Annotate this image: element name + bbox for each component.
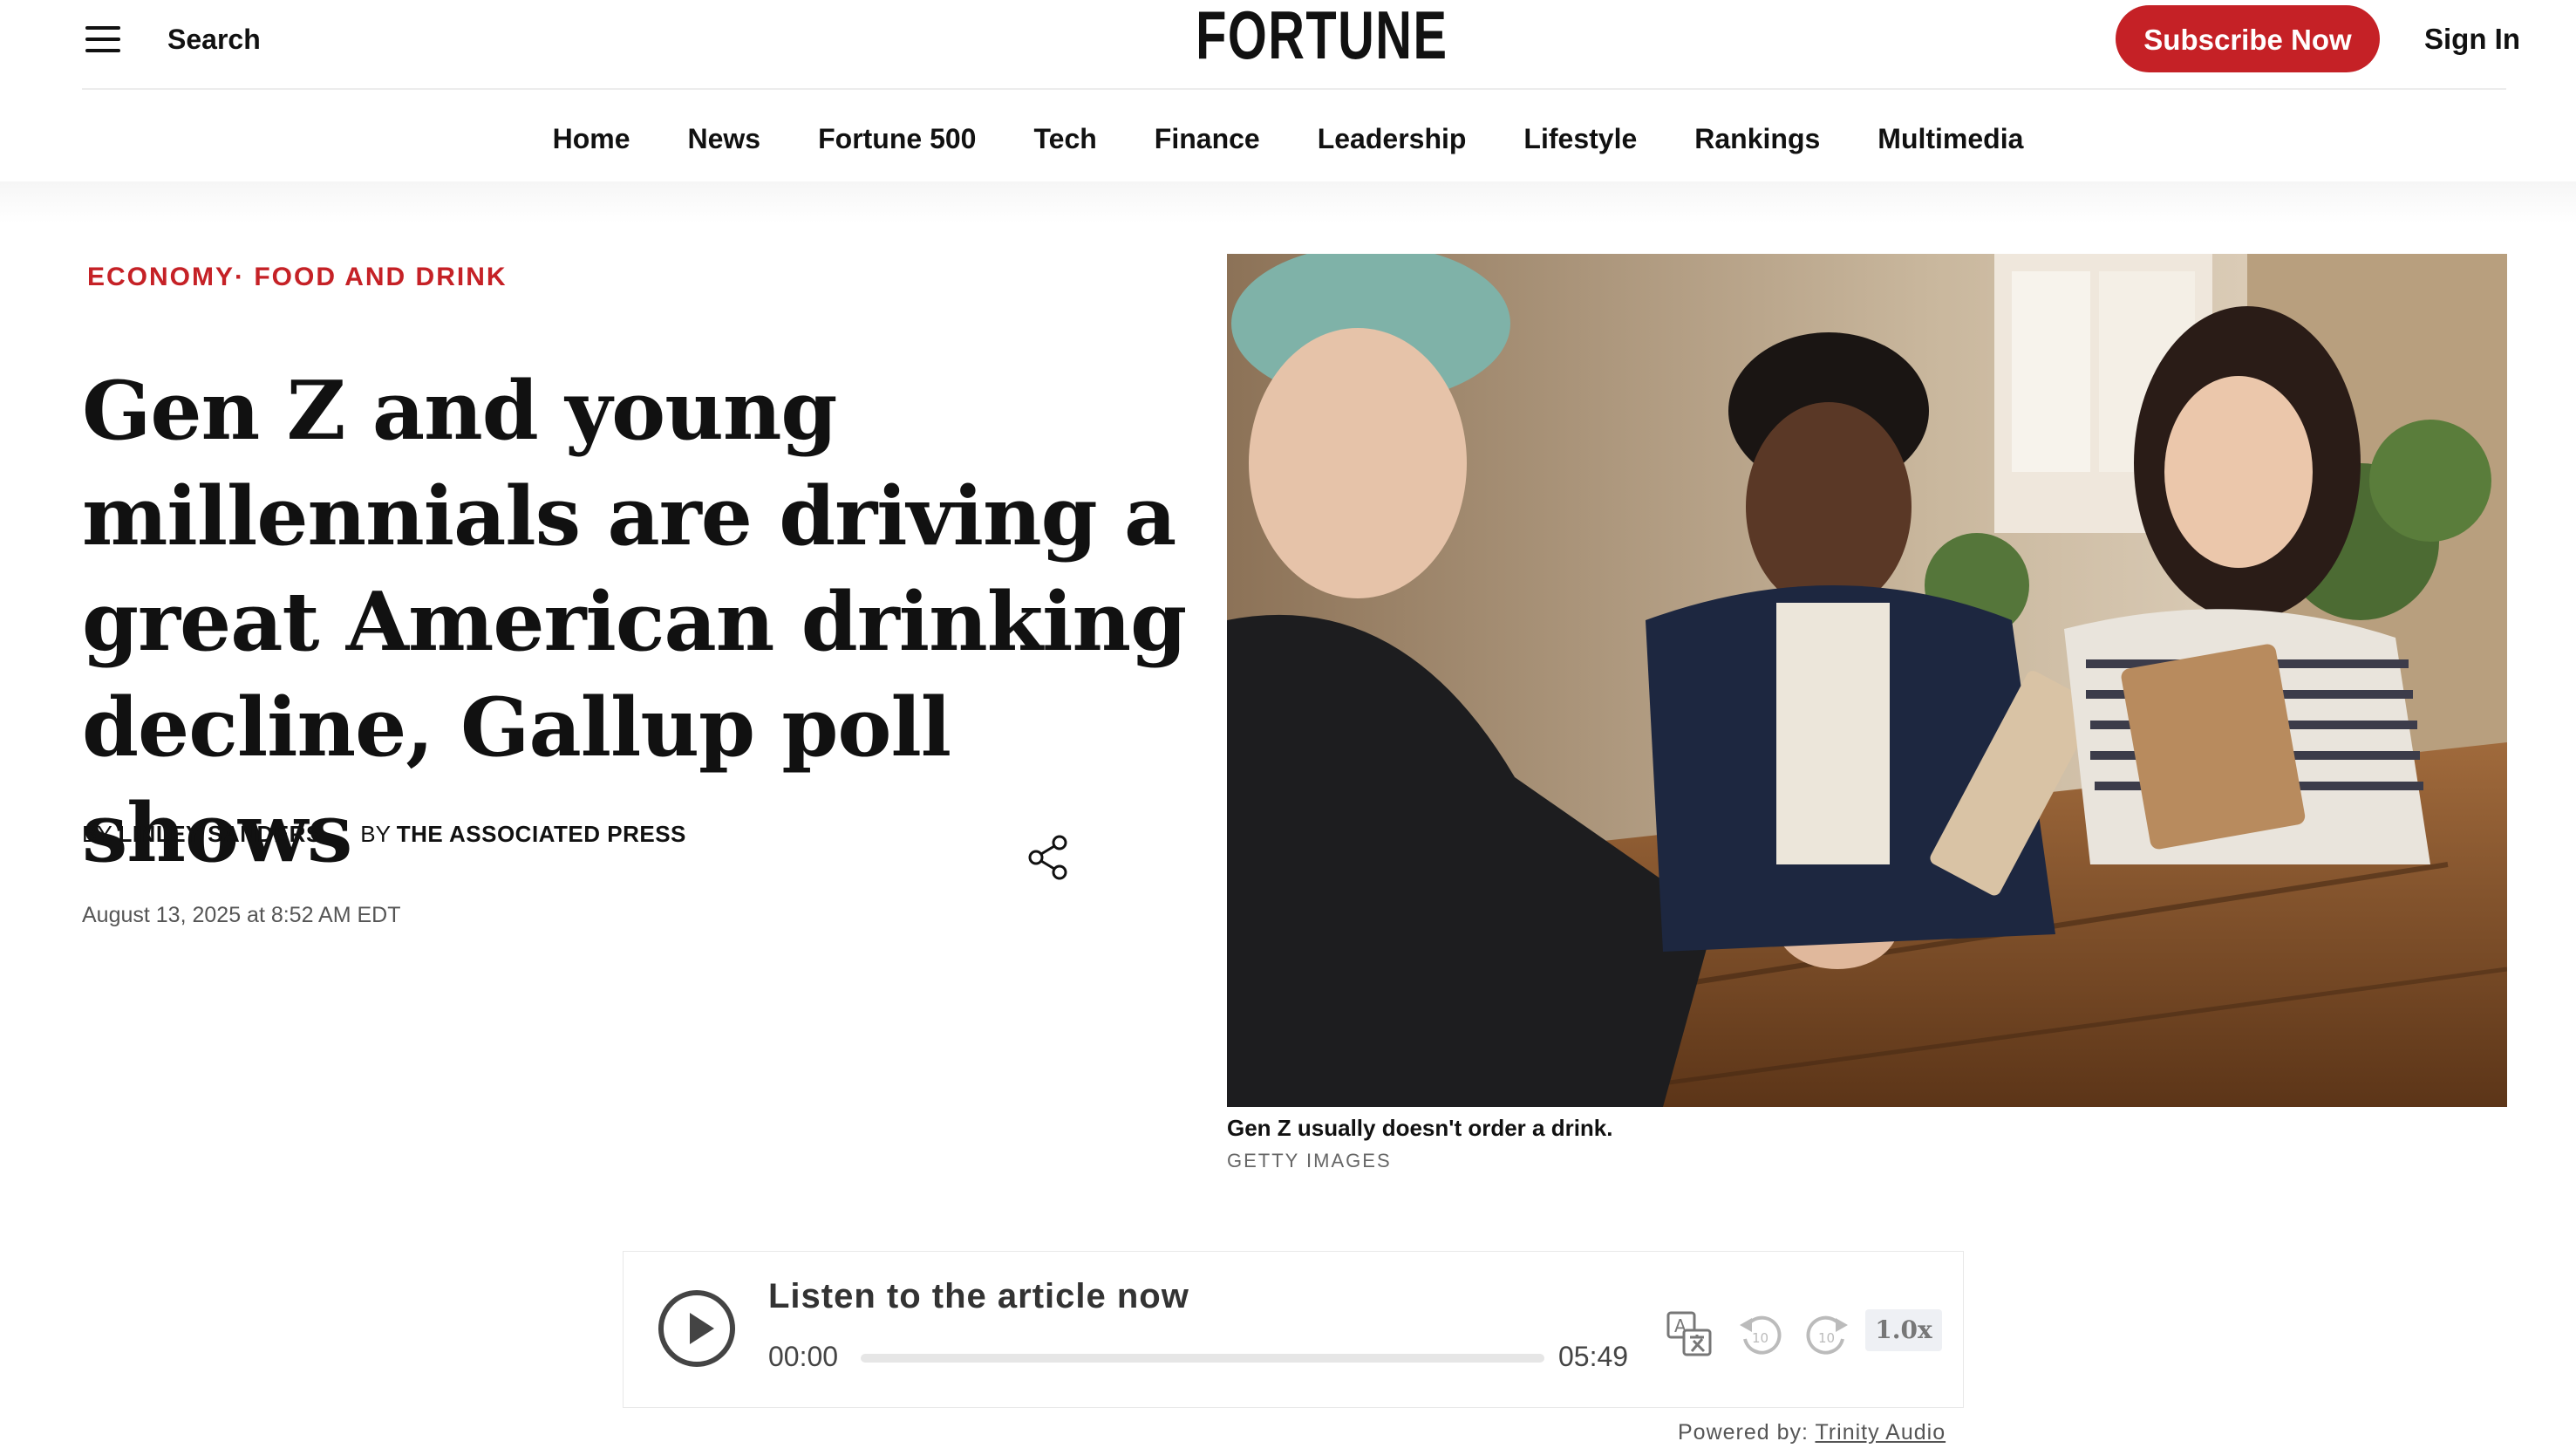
player-title: Listen to the article now [768,1277,1189,1315]
audio-player: Listen to the article now 00:00 05:49 A … [623,1251,1964,1408]
byline-prefix: BY [360,821,391,847]
nav-item-tech[interactable]: Tech [1033,118,1096,160]
article-headline: Gen Z and young millennials are driving … [82,363,1187,880]
subscribe-button[interactable]: Subscribe Now [2116,5,2380,72]
author-link[interactable]: LINLEY SANDERS [118,821,321,847]
fortune-logo[interactable]: FORTUNE [1196,0,1447,70]
publish-date: August 13, 2025 at 8:52 AM EDT [82,903,401,927]
nav-item-lifestyle[interactable]: Lifestyle [1523,118,1637,160]
hero-image [1227,254,2507,1107]
share-icon[interactable] [1026,834,1073,881]
nav-item-fortune-500[interactable]: Fortune 500 [818,118,976,160]
nav-item-rankings[interactable]: Rankings [1694,118,1820,160]
nav-item-news[interactable]: News [688,118,761,160]
author-link[interactable]: THE ASSOCIATED PRESS [397,821,686,847]
nav-shadow-band [0,181,2576,223]
nav-item-leadership[interactable]: Leadership [1318,118,1467,160]
byline-prefix: BY [82,821,112,847]
sign-in-link[interactable]: Sign In [2424,21,2520,58]
image-credit: GETTY IMAGES [1227,1150,1392,1172]
main-nav: Home News Fortune 500 Tech Finance Leade… [0,90,2576,181]
image-caption: Gen Z usually doesn't order a drink. [1227,1115,1613,1141]
progress-track[interactable] [861,1354,1544,1363]
search-button[interactable]: Search [167,21,261,58]
svg-text:10: 10 [1752,1330,1768,1346]
duration: 05:49 [1558,1341,1629,1372]
powered-by: Powered by: Trinity Audio [1678,1417,1946,1448]
nav-item-multimedia[interactable]: Multimedia [1877,118,2023,160]
nav-item-finance[interactable]: Finance [1155,118,1260,160]
powered-by-prefix: Powered by: [1678,1420,1816,1445]
byline: BY LINLEY SANDERS BY THE ASSOCIATED PRES… [82,818,686,850]
menu-icon[interactable] [85,26,120,52]
site-header: Search FORTUNE Subscribe Now Sign In [0,0,2576,90]
svg-text:10: 10 [1818,1330,1835,1346]
rewind-10-icon[interactable]: 10 [1736,1309,1785,1358]
section-tags[interactable]: ECONOMY· FOOD AND DRINK [87,260,508,295]
play-icon[interactable] [658,1290,735,1367]
current-time: 00:00 [768,1341,839,1372]
forward-10-icon[interactable]: 10 [1803,1309,1851,1358]
trinity-audio-link[interactable]: Trinity Audio [1815,1420,1946,1445]
playback-speed-button[interactable]: 1.0x [1865,1309,1942,1351]
translate-icon[interactable]: A [1665,1309,1714,1358]
nav-item-home[interactable]: Home [553,118,630,160]
